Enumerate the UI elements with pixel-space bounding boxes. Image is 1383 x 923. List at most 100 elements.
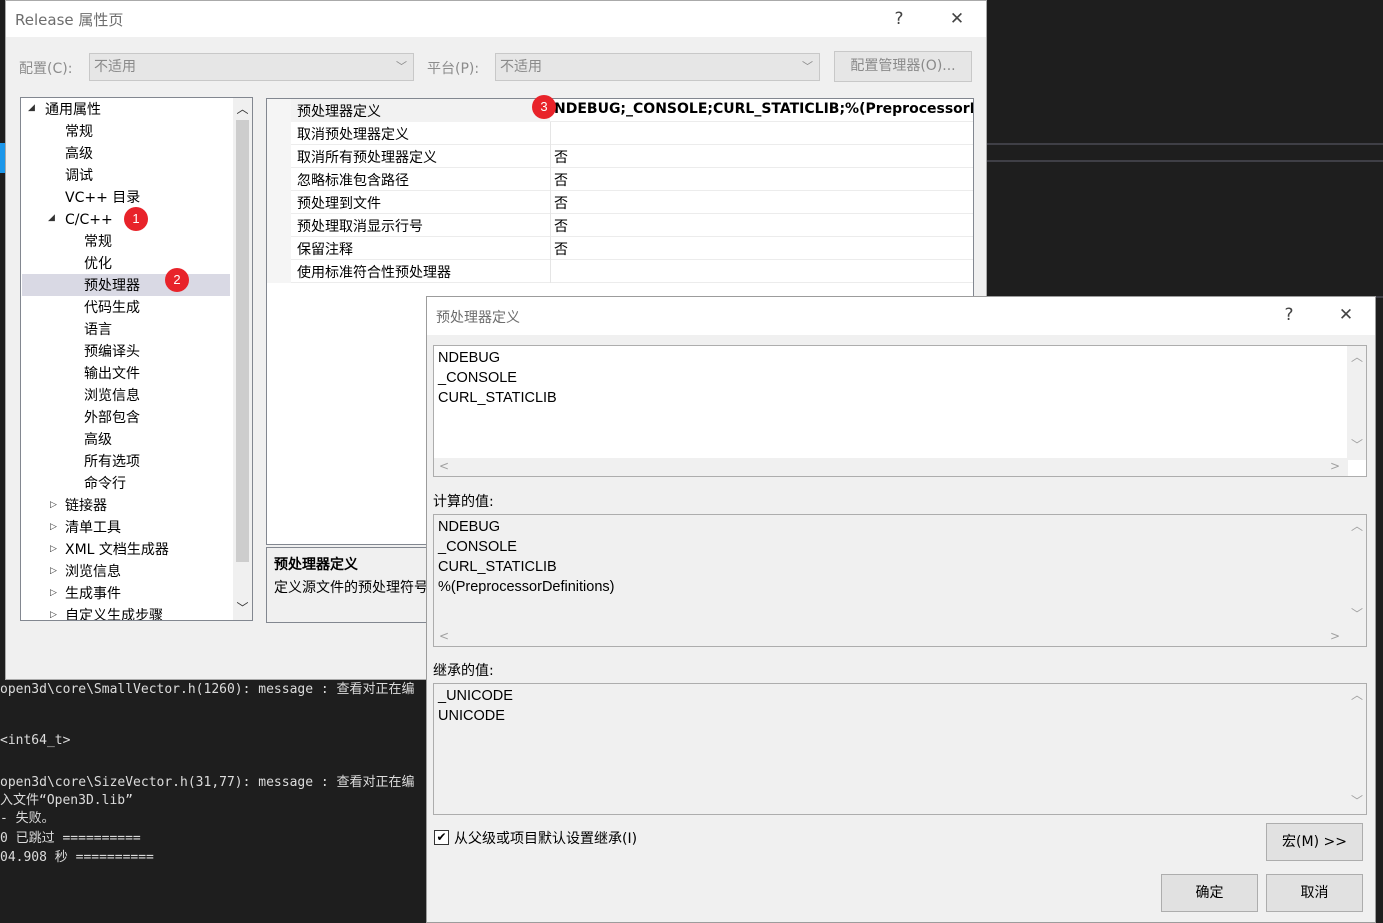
- collapsed-triangle-icon[interactable]: ▷: [50, 500, 57, 510]
- tree-item[interactable]: 外部包含: [84, 407, 140, 429]
- tree-item[interactable]: 语言: [84, 319, 112, 341]
- text-line: %(PreprocessorDefinitions): [438, 579, 615, 595]
- tree-item[interactable]: 高级: [65, 143, 93, 165]
- scroll-right-icon[interactable]: >: [1330, 629, 1340, 643]
- tree-item[interactable]: 所有选项: [84, 451, 140, 473]
- definitions-edit-box[interactable]: NDEBUG _CONSOLE CURL_STATICLIB ︿ ﹀ < >: [433, 345, 1367, 477]
- config-label: 配置(C):: [19, 61, 73, 77]
- cancel-button[interactable]: 取消: [1266, 874, 1363, 912]
- tree-item-common-properties[interactable]: 通用属性: [45, 99, 101, 121]
- tree-item[interactable]: 输出文件: [84, 363, 140, 385]
- vertical-scrollbar[interactable]: ︿ ﹀: [1347, 515, 1366, 630]
- text-line: _CONSOLE: [438, 539, 517, 555]
- grid-row-name: 忽略标准包含路径: [297, 173, 409, 189]
- tree-item-preprocessor[interactable]: 预处理器: [84, 275, 140, 297]
- console-line: 入文件“Open3D.lib”: [0, 793, 133, 808]
- ok-button[interactable]: 确定: [1161, 874, 1258, 912]
- text-line: CURL_STATICLIB: [438, 559, 557, 575]
- inherited-values-label: 继承的值:: [433, 663, 494, 679]
- tree-item[interactable]: 链接器: [65, 495, 107, 517]
- collapsed-triangle-icon[interactable]: ▷: [50, 544, 57, 554]
- grid-row[interactable]: 预处理到文件 否: [267, 191, 973, 214]
- scroll-thumb[interactable]: [236, 120, 249, 562]
- property-tree: ◢ 通用属性 常规 高级 调试 VC++ 目录 ◢ C/C++ 常规 优化 预处…: [20, 97, 253, 621]
- grid-row[interactable]: 预处理取消显示行号 否: [267, 214, 973, 237]
- horizontal-scrollbar[interactable]: < >: [434, 628, 1348, 646]
- vertical-scrollbar[interactable]: ︿ ﹀: [1347, 684, 1366, 814]
- grid-row-value[interactable]: NDEBUG;_CONSOLE;CURL_STATICLIB;%(Preproc…: [554, 101, 973, 117]
- vertical-scrollbar[interactable]: ︿ ﹀: [1347, 346, 1366, 460]
- tree-item[interactable]: 自定义生成步骤: [65, 605, 163, 620]
- tree-item[interactable]: 浏览信息: [65, 561, 121, 583]
- config-dropdown[interactable]: 不适用 ﹀: [89, 53, 414, 81]
- scroll-up-icon[interactable]: ︿: [233, 100, 252, 117]
- grid-row-value[interactable]: 否: [554, 193, 568, 213]
- description-title: 预处理器定义: [274, 557, 358, 573]
- inherit-checkbox-label[interactable]: 从父级或项目默认设置继承(I): [454, 828, 637, 848]
- tree-item[interactable]: 命令行: [84, 473, 126, 495]
- inherited-values-box: _UNICODE UNICODE ︿ ﹀: [433, 683, 1367, 815]
- grid-row-name: 保留注释: [297, 242, 353, 258]
- close-button[interactable]: ✕: [942, 5, 972, 33]
- grid-row[interactable]: 使用标准符合性预处理器: [267, 260, 973, 283]
- config-manager-button[interactable]: 配置管理器(O)...: [834, 51, 972, 82]
- tree-item[interactable]: 高级: [84, 429, 112, 451]
- text-line: NDEBUG: [438, 519, 501, 535]
- collapsed-triangle-icon[interactable]: ▷: [50, 588, 57, 598]
- tree-item[interactable]: 清单工具: [65, 517, 121, 539]
- expanded-triangle-icon[interactable]: ◢: [48, 213, 55, 223]
- annotation-badge: 2: [165, 268, 189, 292]
- scroll-right-icon[interactable]: >: [1330, 459, 1340, 473]
- grid-row-value[interactable]: 否: [554, 170, 568, 190]
- tree-item[interactable]: 代码生成: [84, 297, 140, 319]
- scroll-left-icon[interactable]: <: [439, 459, 449, 473]
- grid-row[interactable]: 预处理器定义 NDEBUG;_CONSOLE;CURL_STATICLIB;%(…: [267, 99, 973, 122]
- chevron-down-icon: ﹀: [802, 60, 813, 73]
- grid-row-value[interactable]: 否: [554, 216, 568, 236]
- scroll-down-icon[interactable]: ﹀: [1351, 436, 1363, 453]
- console-line: open3d\core\SmallVector.h(1260): message…: [0, 682, 415, 697]
- scroll-down-icon[interactable]: ﹀: [1351, 792, 1363, 809]
- tree-scrollbar[interactable]: ︿ ﹀: [233, 98, 252, 620]
- help-button[interactable]: ?: [1274, 301, 1304, 329]
- tree-item[interactable]: 生成事件: [65, 583, 121, 605]
- tree-item[interactable]: 常规: [84, 231, 112, 253]
- help-button[interactable]: ?: [884, 5, 914, 33]
- collapsed-triangle-icon[interactable]: ▷: [50, 522, 57, 532]
- grid-row[interactable]: 保留注释 否: [267, 237, 973, 260]
- definitions-text[interactable]: NDEBUG _CONSOLE CURL_STATICLIB: [438, 348, 557, 408]
- annotation-badge: 1: [124, 207, 148, 231]
- tree-item[interactable]: XML 文档生成器: [65, 539, 169, 561]
- tree-item-cpp[interactable]: C/C++: [65, 209, 113, 231]
- grid-row-value[interactable]: 否: [554, 147, 568, 167]
- platform-label: 平台(P):: [427, 61, 480, 77]
- text-line: NDEBUG: [438, 350, 501, 366]
- horizontal-scrollbar[interactable]: < >: [434, 458, 1348, 476]
- grid-row[interactable]: 取消预处理器定义: [267, 122, 973, 145]
- scroll-up-icon[interactable]: ︿: [1351, 517, 1363, 534]
- collapsed-triangle-icon[interactable]: ▷: [50, 566, 57, 576]
- inherit-checkbox[interactable]: ✔: [434, 830, 449, 845]
- tree-item[interactable]: 预编译头: [84, 341, 140, 363]
- grid-row[interactable]: 忽略标准包含路径 否: [267, 168, 973, 191]
- macro-button[interactable]: 宏(M) >>: [1266, 823, 1363, 861]
- tree-item[interactable]: 浏览信息: [84, 385, 140, 407]
- console-line: 0 已跳过 ==========: [0, 831, 141, 846]
- tree-item[interactable]: 调试: [65, 165, 93, 187]
- tree-item[interactable]: VC++ 目录: [65, 187, 140, 209]
- collapsed-triangle-icon[interactable]: ▷: [50, 610, 57, 620]
- grid-row-value[interactable]: 否: [554, 239, 568, 259]
- scroll-down-icon[interactable]: ﹀: [233, 599, 252, 616]
- expanded-triangle-icon[interactable]: ◢: [28, 103, 35, 113]
- tree-item[interactable]: 常规: [65, 121, 93, 143]
- grid-row[interactable]: 取消所有预处理器定义 否: [267, 145, 973, 168]
- scroll-up-icon[interactable]: ︿: [1351, 348, 1363, 365]
- scroll-down-icon[interactable]: ﹀: [1351, 605, 1363, 622]
- computed-text: NDEBUG _CONSOLE CURL_STATICLIB %(Preproc…: [438, 517, 614, 597]
- description-text: 定义源文件的预处理符号。: [274, 580, 442, 596]
- tree-item[interactable]: 优化: [84, 253, 112, 275]
- scroll-up-icon[interactable]: ︿: [1351, 686, 1363, 703]
- platform-dropdown[interactable]: 不适用 ﹀: [495, 53, 820, 81]
- scroll-left-icon[interactable]: <: [439, 629, 449, 643]
- close-button[interactable]: ✕: [1331, 301, 1361, 329]
